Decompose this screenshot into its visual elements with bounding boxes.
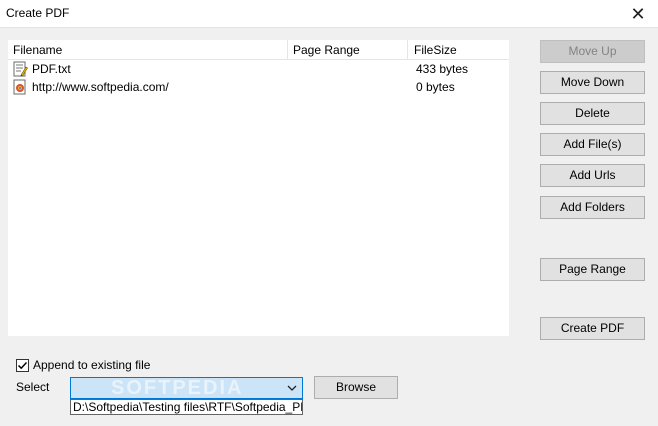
output-path-field[interactable]: D:\Softpedia\Testing files\RTF\Softpedia…: [70, 399, 303, 415]
watermark-logo: SOFTPEDIA: [111, 377, 244, 399]
add-folders-button[interactable]: Add Folders: [540, 196, 645, 219]
add-files-button[interactable]: Add File(s): [540, 133, 645, 156]
column-header-filesize[interactable]: FileSize: [408, 40, 509, 60]
text-file-icon: [13, 61, 28, 77]
row-filename: http://www.softpedia.com/: [32, 80, 169, 94]
file-list-header: Filename Page Range FileSize: [8, 40, 509, 60]
row-filesize: 433 bytes: [416, 62, 469, 76]
column-header-filename[interactable]: Filename: [8, 40, 288, 60]
append-checkbox[interactable]: [16, 358, 29, 372]
append-label: Append to existing file: [33, 358, 151, 372]
append-option[interactable]: Append to existing file: [16, 358, 150, 372]
title-bar: Create PDF ✕: [0, 0, 658, 28]
create-pdf-button[interactable]: Create PDF: [540, 317, 645, 340]
window-title: Create PDF: [6, 6, 70, 20]
move-down-button[interactable]: Move Down: [540, 71, 645, 94]
close-icon[interactable]: ✕: [618, 0, 658, 28]
select-label: Select: [16, 380, 50, 394]
checkmark-icon: [17, 361, 28, 369]
move-up-button[interactable]: Move Up: [540, 40, 645, 63]
row-filename: PDF.txt: [32, 62, 71, 76]
chevron-down-icon[interactable]: [286, 382, 298, 394]
file-list[interactable]: Filename Page Range FileSize PDF.txt 433…: [8, 40, 509, 336]
table-row[interactable]: http://www.softpedia.com/ 0 bytes: [8, 78, 509, 96]
column-header-page-range[interactable]: Page Range: [288, 40, 408, 60]
table-row[interactable]: PDF.txt 433 bytes: [8, 60, 509, 78]
delete-button[interactable]: Delete: [540, 102, 645, 125]
add-urls-button[interactable]: Add Urls: [540, 164, 645, 187]
page-range-button[interactable]: Page Range: [540, 258, 645, 281]
row-filesize: 0 bytes: [416, 80, 455, 94]
web-page-icon: [13, 79, 26, 95]
browse-button[interactable]: Browse: [314, 376, 398, 399]
select-combobox[interactable]: SOFTPEDIA: [70, 377, 303, 399]
